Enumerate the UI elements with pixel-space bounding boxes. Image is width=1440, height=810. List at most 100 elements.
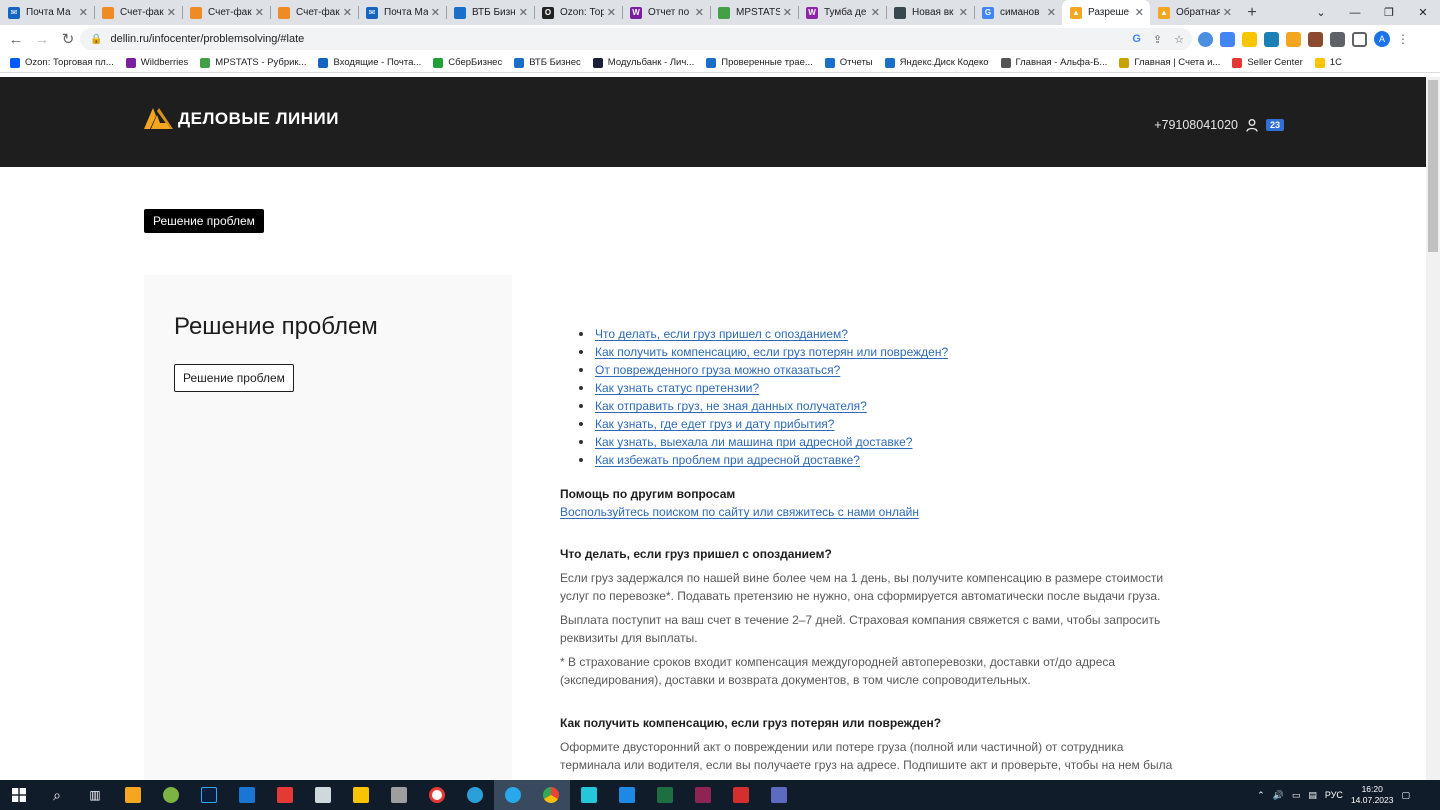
browser-tab[interactable]: Счет-фак ✕ [182, 0, 270, 25]
tray-chevron-icon[interactable]: ⌃ [1257, 790, 1265, 801]
question-link[interactable]: Как узнать статус претензии? [595, 381, 759, 395]
page-scrollbar[interactable] [1426, 77, 1440, 780]
app-anydesk-icon[interactable] [266, 780, 304, 810]
bookmark-star-icon[interactable]: ☆ [1174, 33, 1184, 46]
tab-search-icon[interactable]: ⌄ [1304, 0, 1338, 25]
extension-key-icon[interactable] [1286, 31, 1301, 47]
tab-close-icon[interactable]: ✕ [1135, 6, 1144, 19]
bookmark-item[interactable]: MPSTATS - Рубрик... [200, 57, 306, 68]
sidebar-nav-button[interactable]: Решение проблем [174, 364, 294, 392]
question-link[interactable]: Как отправить груз, не зная данных получ… [595, 399, 867, 413]
extension-cat-icon[interactable] [1308, 31, 1323, 47]
menu-kebab-icon[interactable]: ⋮ [1397, 32, 1409, 47]
app-acrobat-icon[interactable] [722, 780, 760, 810]
new-tab-button[interactable]: + [1238, 0, 1266, 25]
scrollbar-thumb[interactable] [1428, 80, 1438, 252]
close-window-icon[interactable]: ✕ [1406, 0, 1440, 25]
reload-icon[interactable]: ↻ [55, 26, 81, 52]
tab-close-icon[interactable]: ✕ [519, 6, 528, 19]
question-link[interactable]: Что делать, если груз пришел с опоздание… [595, 327, 848, 341]
browser-tab[interactable]: ▲ Обратная ✕ [1150, 0, 1238, 25]
app-yandex-icon[interactable] [418, 780, 456, 810]
minimize-icon[interactable]: — [1338, 0, 1372, 25]
tray-language[interactable]: РУС [1325, 790, 1343, 800]
tray-clock[interactable]: 16:20 14.07.2023 [1351, 784, 1394, 806]
user-icon[interactable] [1246, 118, 1258, 132]
tray-network-icon[interactable]: ▤ [1308, 790, 1317, 801]
app-calculator-icon[interactable] [380, 780, 418, 810]
app-vpn-icon[interactable] [570, 780, 608, 810]
app-winrar-icon[interactable] [684, 780, 722, 810]
browser-tab[interactable]: ▲ Разреше ✕ [1062, 0, 1150, 25]
tab-close-icon[interactable]: ✕ [79, 6, 88, 19]
bookmark-item[interactable]: ВТБ Бизнес [514, 57, 581, 68]
browser-tab[interactable]: Счет-фак ✕ [270, 0, 358, 25]
back-icon[interactable]: ← [3, 26, 29, 52]
question-link[interactable]: От поврежденного груза можно отказаться? [595, 363, 840, 377]
question-link[interactable]: Как избежать проблем при адресной достав… [595, 453, 860, 467]
browser-tab[interactable]: MPSTATS ✕ [710, 0, 798, 25]
tab-close-icon[interactable]: ✕ [871, 6, 880, 19]
app-photoshop-icon[interactable] [190, 780, 228, 810]
tab-close-icon[interactable]: ✕ [783, 6, 792, 19]
tab-close-icon[interactable]: ✕ [255, 6, 264, 19]
bookmark-item[interactable]: Seller Center [1232, 57, 1303, 68]
tab-close-icon[interactable]: ✕ [1047, 6, 1056, 19]
search-icon[interactable]: ⌕ [38, 780, 76, 810]
app-chrome-icon[interactable] [532, 780, 570, 810]
app-network-icon[interactable] [760, 780, 798, 810]
site-logo[interactable]: ДЕЛОВЫЕ ЛИНИИ [144, 106, 339, 131]
breadcrumb-button[interactable]: Решение проблем [144, 209, 264, 233]
browser-tab[interactable]: W Отчет по ✕ [622, 0, 710, 25]
bookmark-item[interactable]: Яндекс.Диск Кодеко [884, 57, 989, 68]
tab-close-icon[interactable]: ✕ [343, 6, 352, 19]
extension-1c-icon[interactable] [1242, 31, 1257, 47]
app-printer-icon[interactable] [304, 780, 342, 810]
tab-close-icon[interactable]: ✕ [431, 6, 440, 19]
app-edge-icon[interactable] [456, 780, 494, 810]
bookmark-item[interactable]: Главная | Счета и... [1119, 57, 1220, 68]
question-link[interactable]: Как узнать, выехала ли машина при адресн… [595, 435, 912, 449]
bookmark-item[interactable]: Отчеты [824, 57, 873, 68]
restore-icon[interactable]: ❐ [1372, 0, 1406, 25]
app-photos-icon[interactable] [608, 780, 646, 810]
notification-badge[interactable]: 23 [1265, 119, 1284, 131]
browser-tab[interactable]: ✉ Почта Ма ✕ [0, 0, 94, 25]
bookmark-item[interactable]: Модульбанк - Лич... [592, 57, 694, 68]
bookmark-item[interactable]: СберБизнес [433, 57, 502, 68]
bookmark-item[interactable]: Главная - Альфа-Б... [1000, 57, 1107, 68]
app-excel-icon[interactable] [646, 780, 684, 810]
help-link[interactable]: Воспользуйтесь поиском по сайту или свяж… [560, 505, 919, 519]
tab-close-icon[interactable]: ✕ [1223, 6, 1232, 19]
bookmark-item[interactable]: Проверенные трае... [706, 57, 813, 68]
app-folder-icon[interactable] [342, 780, 380, 810]
app-green-ball-icon[interactable] [152, 780, 190, 810]
tray-battery-icon[interactable]: ▭ [1292, 790, 1301, 801]
tab-close-icon[interactable]: ✕ [959, 6, 968, 19]
extension-screen-icon[interactable] [1264, 31, 1279, 47]
browser-tab[interactable]: Новая вк ✕ [886, 0, 974, 25]
tab-close-icon[interactable]: ✕ [167, 6, 176, 19]
phone-link[interactable]: +79108041020 [1154, 118, 1238, 132]
bookmark-item[interactable]: Входящие - Почта... [318, 57, 421, 68]
tab-close-icon[interactable]: ✕ [607, 6, 616, 19]
bookmark-item[interactable]: Ozon: Торговая пл... [10, 57, 114, 68]
question-link[interactable]: Как получить компенсацию, если груз поте… [595, 345, 948, 359]
tray-volume-icon[interactable]: 🔊 [1273, 790, 1284, 801]
app-telegram-icon[interactable] [494, 780, 532, 810]
app-blue-icon[interactable] [228, 780, 266, 810]
browser-tab[interactable]: Счет-фак ✕ [94, 0, 182, 25]
browser-tab[interactable]: ВТБ Бизн ✕ [446, 0, 534, 25]
start-windows-icon[interactable] [0, 780, 38, 810]
task-view-icon[interactable]: ▥ [76, 780, 114, 810]
lock-icon[interactable]: 🔒 [90, 34, 102, 45]
browser-tab[interactable]: O Ozon: Тор ✕ [534, 0, 622, 25]
google-lens-icon[interactable]: G [1132, 33, 1141, 45]
sidepanel-icon[interactable] [1352, 31, 1367, 47]
share-icon[interactable]: ⇪ [1153, 33, 1162, 46]
profile-avatar[interactable]: A [1374, 31, 1390, 47]
bookmark-item[interactable]: Wildberries [125, 57, 188, 68]
browser-tab[interactable]: Gсиманов ✕ [974, 0, 1062, 25]
forward-icon[interactable]: → [29, 26, 55, 52]
bookmark-item[interactable]: 1С [1314, 57, 1342, 68]
